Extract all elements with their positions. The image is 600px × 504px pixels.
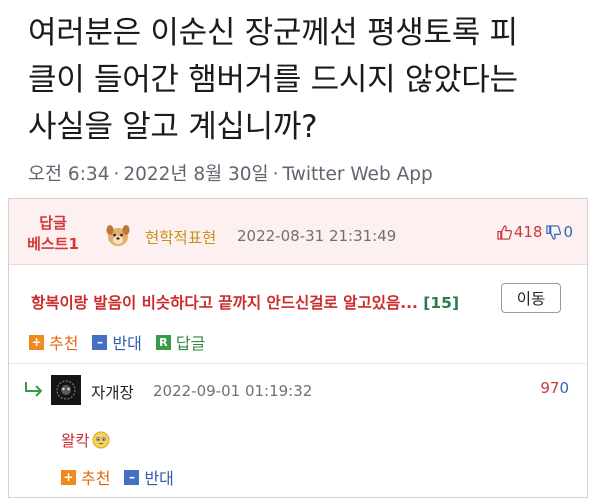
reply-icon: R bbox=[155, 334, 171, 350]
reply-comment-actions: + 추천 – 반대 bbox=[61, 465, 174, 489]
reply-nickname[interactable]: 자개장 bbox=[91, 381, 134, 403]
meta-separator: · bbox=[113, 164, 120, 185]
teary-face-emoji-icon bbox=[92, 431, 110, 449]
reply-oppose-label: 반대 bbox=[144, 469, 174, 488]
move-button[interactable]: 이동 bbox=[501, 283, 561, 313]
tweet-source[interactable]: Twitter Web App bbox=[282, 164, 432, 185]
reply-datetime: 2022-09-01 01:19:32 bbox=[153, 382, 313, 400]
best-comment-header: 답글 베스트1 현학적표현 2022-08-31 21:31:49 418 0 bbox=[9, 199, 587, 265]
tweet-line-1: 여러분은 이순신 장군께선 평생토록 피 bbox=[28, 15, 518, 51]
best-comment-text: 항복이랑 발음이 비슷하다고 끝까지 안드신걸로 알고있음... bbox=[31, 294, 418, 312]
tweet-time[interactable]: 오전 6:34 bbox=[28, 164, 109, 185]
tweet-date[interactable]: 2022년 8월 30일 bbox=[123, 164, 268, 185]
avatar[interactable] bbox=[51, 375, 81, 405]
reply-zero: 0 bbox=[559, 379, 569, 397]
meta-separator: · bbox=[272, 164, 279, 185]
divider bbox=[9, 363, 587, 364]
best-comment-actions: + 추천 – 반대 R 답글 bbox=[29, 330, 205, 354]
oppose-label: 반대 bbox=[112, 334, 142, 353]
up-count: 418 bbox=[513, 223, 543, 241]
reply-comment-body: 왈칵 bbox=[61, 429, 110, 451]
best-comment-votes: 418 0 bbox=[497, 223, 573, 241]
best-comment-datetime: 2022-08-31 21:31:49 bbox=[237, 227, 397, 245]
reply-score: 97 bbox=[540, 379, 560, 397]
best-badge-line1: 답글 bbox=[39, 214, 67, 232]
dog-avatar-icon[interactable] bbox=[105, 222, 131, 248]
reply-oppose-button[interactable]: – 반대 bbox=[124, 465, 174, 489]
plus-icon: + bbox=[61, 469, 76, 485]
plus-icon: + bbox=[29, 334, 44, 350]
best-comment-body[interactable]: 항복이랑 발음이 비슷하다고 끝까지 안드신걸로 알고있음... [15] bbox=[31, 291, 511, 313]
tweet-meta: 오전 6:34 · 2022년 8월 30일 · Twitter Web App bbox=[28, 160, 433, 186]
thumbs-down-icon[interactable] bbox=[546, 224, 562, 240]
best-comment-nickname[interactable]: 현학적표현 bbox=[145, 226, 216, 248]
tweet-line-3: 사실을 알고 계십니까? bbox=[28, 109, 318, 145]
reply-comment-text: 왈칵 bbox=[61, 432, 90, 450]
recommend-label: 추천 bbox=[49, 334, 79, 353]
reply-label: 답글 bbox=[175, 334, 206, 353]
minus-icon: – bbox=[92, 334, 108, 350]
tweet-text: 여러분은 이순신 장군께선 평생토록 피 클이 들어간 햄버거를 드시지 않았다… bbox=[28, 10, 588, 151]
comment-box: 답글 베스트1 현학적표현 2022-08-31 21:31:49 418 0 bbox=[8, 198, 588, 498]
best-badge-line2: 베스트1 bbox=[27, 235, 79, 253]
reply-button[interactable]: R 답글 bbox=[155, 330, 206, 354]
reply-recommend-label: 추천 bbox=[81, 469, 111, 488]
reply-arrow-icon bbox=[25, 382, 43, 397]
reply-recommend-button[interactable]: + 추천 bbox=[61, 465, 110, 489]
best-badge: 답글 베스트1 bbox=[27, 213, 79, 255]
tweet-line-2: 클이 들어간 햄버거를 드시지 않았다는 bbox=[28, 62, 518, 98]
reply-votes: 970 bbox=[540, 379, 569, 397]
thumbs-up-icon[interactable] bbox=[497, 224, 512, 240]
oppose-button[interactable]: – 반대 bbox=[92, 330, 142, 354]
reply-count: [15] bbox=[423, 294, 460, 312]
down-count: 0 bbox=[563, 223, 573, 241]
recommend-button[interactable]: + 추천 bbox=[29, 330, 78, 354]
minus-icon: – bbox=[124, 469, 140, 485]
